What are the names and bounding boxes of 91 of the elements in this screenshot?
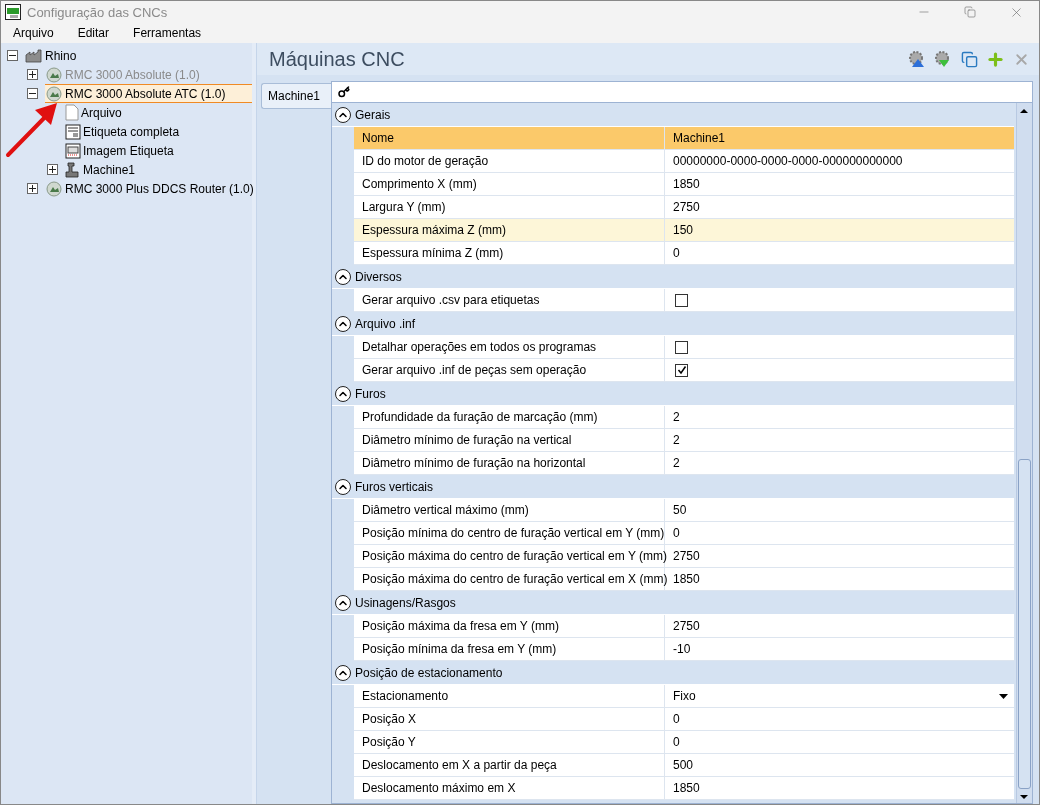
section-title: Gerais <box>355 108 391 122</box>
menu-item[interactable]: Editar <box>69 26 118 40</box>
property-name: Posição mínima da fresa em Y (mm) <box>354 638 665 660</box>
collapse-icon[interactable] <box>335 316 351 332</box>
collapse-icon[interactable] <box>335 665 351 681</box>
property-name: Largura Y (mm) <box>354 196 665 218</box>
expand-icon[interactable] <box>47 164 58 175</box>
property-name: Posição mínima do centro de furação vertical em Y (mm) <box>354 522 665 544</box>
property-value[interactable]: -10 <box>665 638 1014 660</box>
property-name: Posição máxima do centro de furação vertical em X (mm) <box>354 568 665 590</box>
property-name: Espessura mínima Z (mm) <box>354 242 665 264</box>
section-title: Posição de estacionamento <box>355 666 503 680</box>
app-logo-icon <box>5 4 21 20</box>
property-name: Deslocamento máximo em X <box>354 777 665 799</box>
expand-icon[interactable] <box>27 183 38 194</box>
dropdown[interactable]: Fixo <box>673 689 1008 703</box>
property-value[interactable]: 00000000-0000-0000-0000-000000000000 <box>665 150 1014 172</box>
collapse-icon[interactable] <box>335 386 351 402</box>
collapse-icon[interactable] <box>27 88 38 99</box>
property-value[interactable]: 150 <box>665 219 1014 241</box>
search-icon <box>338 86 350 98</box>
section-title: Furos <box>355 387 386 401</box>
document-icon <box>65 104 79 121</box>
property-name: Nome <box>354 127 665 149</box>
collapse-icon[interactable] <box>335 479 351 495</box>
property-value[interactable]: 1850 <box>665 777 1014 799</box>
menu-item[interactable]: Arquivo <box>5 26 62 40</box>
factory-icon <box>25 48 43 63</box>
property-name: Comprimento X (mm) <box>354 173 665 195</box>
section-title: Arquivo .inf <box>355 317 416 331</box>
gear-globe-icon <box>45 66 63 83</box>
property-name: Profundidade da furação de marcação (mm) <box>354 406 665 428</box>
property-name: Posição Y <box>354 731 665 753</box>
property-name: Posição X <box>354 708 665 730</box>
property-value[interactable]: 2750 <box>665 196 1014 218</box>
property-value[interactable]: 2 <box>665 452 1014 474</box>
property-name: Diâmetro vertical máximo (mm) <box>354 499 665 521</box>
gear-globe-icon <box>45 85 63 102</box>
property-name: Estacionamento <box>354 685 665 707</box>
tree-item[interactable]: Etiqueta completa <box>81 124 182 139</box>
collapse-icon[interactable] <box>335 595 351 611</box>
restore-icon <box>964 6 976 18</box>
copy-icon <box>960 50 978 68</box>
caret-icon <box>999 693 1008 699</box>
property-name: Posição máxima da fresa em Y (mm) <box>354 615 665 637</box>
property-value[interactable]: 2750 <box>665 615 1014 637</box>
section-title: Furos verticais <box>355 480 434 494</box>
window-title: Configuração das CNCs <box>27 4 169 20</box>
add-icon <box>985 49 1005 69</box>
collapse-icon[interactable] <box>335 269 351 285</box>
property-value[interactable]: 0 <box>665 242 1014 264</box>
property-name: Detalhar operações em todos os programas <box>354 336 665 358</box>
checkbox[interactable] <box>675 340 688 354</box>
property-value[interactable]: 0 <box>665 708 1014 730</box>
property-name: Diâmetro mínimo de furação na vertical <box>354 429 665 451</box>
property-name: Gerar arquivo .inf de peças sem operação <box>354 359 665 381</box>
collapse-icon[interactable] <box>335 107 351 123</box>
property-value[interactable]: 1850 <box>665 173 1014 195</box>
property-value[interactable]: 500 <box>665 754 1014 776</box>
section-title: Diversos <box>355 270 402 284</box>
property-value[interactable]: 0 <box>665 731 1014 753</box>
tree-item[interactable]: Imagem Etiqueta <box>81 143 176 158</box>
property-name: Gerar arquivo .csv para etiquetas <box>354 289 665 311</box>
tree-item[interactable]: RMC 3000 Plus DDCS Router (1.0) <box>63 181 256 196</box>
panel-title: Máquinas CNC <box>269 47 406 71</box>
property-value[interactable]: 50 <box>665 499 1014 521</box>
tree-item[interactable]: Rhino <box>43 48 79 63</box>
menu-item[interactable]: Ferramentas <box>125 26 210 40</box>
label-icon <box>65 123 81 140</box>
toolbar-button[interactable] <box>959 49 979 69</box>
gear-globe-icon <box>45 180 63 197</box>
scrollbar[interactable] <box>1016 103 1032 803</box>
tree-item[interactable]: Arquivo <box>79 105 124 120</box>
property-name: Diâmetro mínimo de furação na horizontal <box>354 452 665 474</box>
section-title: Usinagens/Rasgos <box>355 596 456 610</box>
property-name: Deslocamento em X a partir da peça <box>354 754 665 776</box>
machine-icon <box>65 161 81 178</box>
checkbox[interactable] <box>675 293 688 307</box>
property-value[interactable]: Machine1 <box>665 127 1014 149</box>
toolbar-button[interactable] <box>907 49 927 69</box>
tree-item[interactable]: Machine1 <box>81 162 138 177</box>
property-value[interactable]: 2 <box>665 429 1014 451</box>
property-name: Posição máxima do centro de furação vertical em Y (mm) <box>354 545 665 567</box>
property-name: ID do motor de geração <box>354 150 665 172</box>
property-name: Espessura máxima Z (mm) <box>354 219 665 241</box>
checkbox[interactable] <box>675 363 688 377</box>
label-image-icon <box>65 142 81 159</box>
property-value[interactable]: 0 <box>665 522 1014 544</box>
collapse-icon[interactable] <box>7 50 18 61</box>
property-value[interactable]: 2 <box>665 406 1014 428</box>
tab[interactable]: Machine1 <box>261 83 331 109</box>
